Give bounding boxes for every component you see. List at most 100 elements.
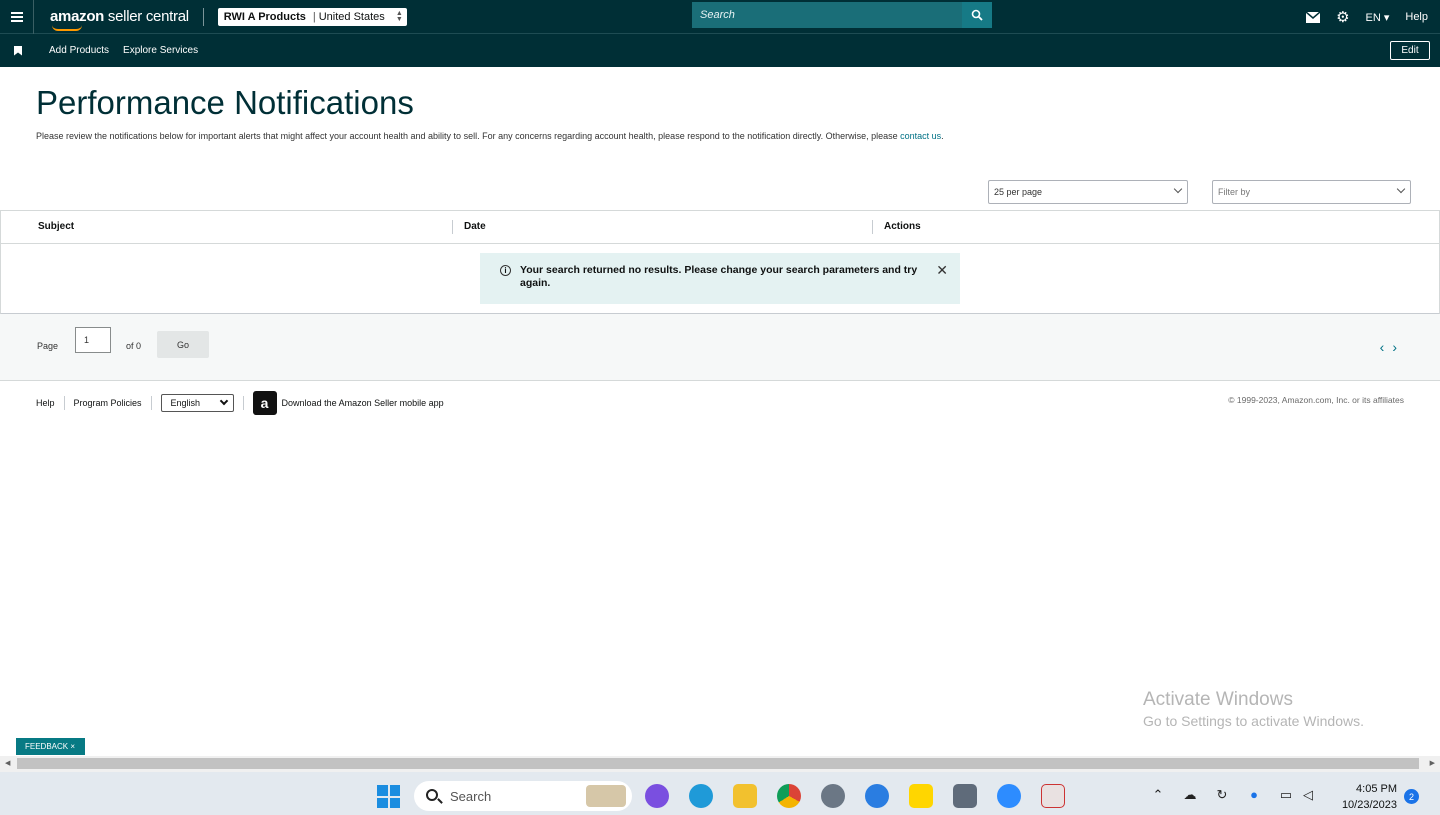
page-title: Performance Notifications bbox=[36, 84, 414, 121]
table-header: Subject Date Actions bbox=[1, 211, 1439, 244]
language-select[interactable]: English bbox=[160, 394, 234, 412]
footer-help-link[interactable]: Help bbox=[36, 398, 55, 408]
messenger-icon[interactable] bbox=[645, 784, 669, 808]
search-highlight-image bbox=[586, 785, 626, 807]
chevron-left-icon[interactable]: ‹ bbox=[1380, 339, 1393, 355]
close-icon[interactable]: ✕ bbox=[936, 263, 948, 304]
column-subject[interactable]: Subject bbox=[38, 221, 74, 232]
logo-bold-text: amazon bbox=[50, 8, 105, 25]
nav-add-products[interactable]: Add Products bbox=[49, 45, 109, 56]
alert-message: Your search returned no results. Please … bbox=[520, 264, 918, 289]
logo-rest-text: seller central bbox=[104, 8, 189, 25]
help-link[interactable]: Help bbox=[1405, 11, 1428, 23]
scroll-right-icon[interactable]: ▶ bbox=[1430, 759, 1435, 767]
amazon-app-icon[interactable]: a bbox=[252, 391, 277, 415]
footer-divider bbox=[63, 396, 65, 410]
language-select-value: English bbox=[170, 398, 201, 408]
page-footer: Help Program Policies English a Download… bbox=[0, 390, 1440, 416]
file-explorer-icon[interactable] bbox=[733, 784, 757, 808]
taskbar-search-label: Search bbox=[450, 788, 492, 804]
edit-button[interactable]: Edit bbox=[1390, 41, 1430, 60]
calculator-icon[interactable] bbox=[953, 784, 977, 808]
search-input[interactable]: Search bbox=[692, 2, 962, 28]
volume-icon[interactable]: ◁ bbox=[1300, 787, 1316, 803]
zoom-icon[interactable] bbox=[997, 784, 1021, 808]
scroll-left-icon[interactable]: ◀ bbox=[5, 759, 10, 767]
per-page-select[interactable]: 25 per page bbox=[988, 180, 1188, 204]
windows-taskbar: Search ⌃ ☁ ↻ ● ▭ ◁ 4:05 PM 10/23/2023 2 bbox=[0, 772, 1440, 815]
filter-select[interactable]: Filter by bbox=[1212, 180, 1411, 204]
system-clock[interactable]: 4:05 PM 10/23/2023 bbox=[1342, 781, 1397, 813]
column-divider bbox=[452, 220, 453, 234]
description-end: . bbox=[941, 131, 944, 141]
bookmark-bar: Add Products Explore Services Edit bbox=[0, 34, 1440, 67]
edge-icon[interactable] bbox=[689, 784, 713, 808]
description-text: Please review the notifications below fo… bbox=[36, 131, 901, 141]
account-separator: | bbox=[312, 10, 316, 23]
watermark-title: Activate Windows bbox=[1143, 689, 1293, 710]
bookmark-icon[interactable] bbox=[14, 45, 22, 56]
menu-icon[interactable] bbox=[0, 0, 34, 34]
header-divider bbox=[202, 7, 204, 26]
chevron-down-icon bbox=[1173, 184, 1183, 194]
amazon-seller-central-logo[interactable]: amazon seller central bbox=[50, 8, 189, 31]
onedrive-icon[interactable]: ☁ bbox=[1182, 787, 1198, 803]
search-icon bbox=[971, 9, 983, 21]
pager-arrows: ‹› bbox=[1380, 339, 1405, 355]
account-region: United States bbox=[318, 10, 385, 23]
copyright-text: © 1999-2023, Amazon.com, Inc. or its aff… bbox=[1228, 395, 1404, 405]
go-button[interactable]: Go bbox=[157, 331, 209, 358]
help-app-icon[interactable] bbox=[865, 784, 889, 808]
sync-icon[interactable]: ↻ bbox=[1214, 787, 1230, 803]
column-divider bbox=[872, 220, 873, 234]
column-date[interactable]: Date bbox=[464, 221, 486, 232]
pagination: Page 1 of 0 Go ‹› bbox=[0, 314, 1440, 381]
horizontal-scrollbar[interactable]: ◀ ▶ bbox=[0, 756, 1440, 772]
footer-divider bbox=[150, 396, 152, 410]
footer-divider bbox=[242, 396, 244, 410]
logo-smile-icon bbox=[52, 25, 82, 31]
chrome-icon[interactable] bbox=[777, 784, 801, 808]
chevron-up-icon[interactable]: ⌃ bbox=[1150, 787, 1166, 803]
page-label: Page bbox=[37, 341, 59, 351]
snipping-tool-icon[interactable] bbox=[1041, 784, 1065, 808]
info-icon: i bbox=[500, 265, 511, 276]
watermark-subtitle: Go to Settings to activate Windows. bbox=[1143, 713, 1364, 729]
chevron-down-icon bbox=[219, 396, 228, 406]
updown-icon: ▲ ▼ bbox=[395, 9, 403, 23]
chevron-right-icon[interactable]: › bbox=[1392, 339, 1405, 355]
no-results-alert: i Your search returned no results. Pleas… bbox=[480, 253, 960, 304]
clock-date: 10/23/2023 bbox=[1341, 799, 1397, 811]
header-actions: ⚙ EN ▾ Help bbox=[1306, 0, 1428, 34]
chevron-down-icon bbox=[1396, 184, 1406, 194]
settings-icon[interactable] bbox=[821, 784, 845, 808]
taskbar-search[interactable]: Search bbox=[414, 781, 632, 811]
language-selector[interactable]: EN ▾ bbox=[1366, 11, 1390, 24]
filter-placeholder: Filter by bbox=[1218, 187, 1251, 197]
search-button[interactable] bbox=[962, 2, 992, 28]
windows-start-icon[interactable] bbox=[377, 785, 400, 808]
sticky-notes-icon[interactable] bbox=[909, 784, 933, 808]
per-page-value: 25 per page bbox=[994, 187, 1043, 197]
clock-time: 4:05 PM bbox=[1356, 783, 1397, 795]
feedback-button[interactable]: FEEDBACK × bbox=[16, 738, 85, 755]
page-description: Please review the notifications below fo… bbox=[36, 130, 956, 143]
search-icon bbox=[426, 789, 438, 801]
notification-badge[interactable]: 2 bbox=[1404, 789, 1419, 804]
nav-explore-services[interactable]: Explore Services bbox=[123, 45, 198, 56]
program-policies-link[interactable]: Program Policies bbox=[74, 398, 142, 408]
download-app-link[interactable]: Download the Amazon Seller mobile app bbox=[282, 398, 444, 408]
top-header: amazon seller central RWI A Products | U… bbox=[0, 0, 1440, 34]
account-switcher[interactable]: RWI A Products | United States ▲ ▼ bbox=[217, 7, 407, 26]
language-label: EN bbox=[1365, 11, 1381, 24]
mail-icon[interactable] bbox=[1306, 11, 1321, 23]
column-actions: Actions bbox=[884, 221, 921, 232]
scrollbar-thumb[interactable] bbox=[17, 758, 1419, 769]
gear-icon[interactable]: ⚙ bbox=[1336, 10, 1349, 25]
microphone-icon[interactable]: ● bbox=[1246, 787, 1262, 803]
account-name: RWI A Products bbox=[223, 10, 306, 23]
network-icon[interactable]: ▭ bbox=[1278, 787, 1294, 803]
contact-us-link[interactable]: contact us bbox=[900, 131, 941, 141]
search-bar: Search bbox=[692, 2, 992, 28]
page-number-input[interactable]: 1 bbox=[75, 327, 111, 353]
